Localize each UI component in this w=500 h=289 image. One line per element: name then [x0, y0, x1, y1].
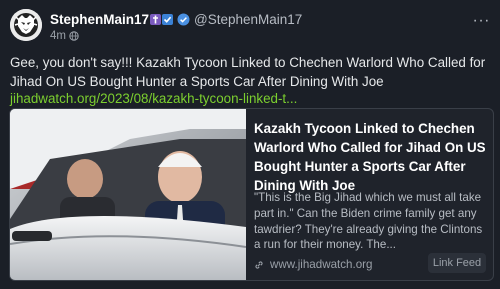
- card-title[interactable]: Kazakh Tycoon Linked to Chechen Warlord …: [254, 119, 486, 195]
- card-domain[interactable]: www.jihadwatch.org: [270, 258, 372, 271]
- post-timestamp: 4m: [50, 30, 79, 42]
- avatar[interactable]: [10, 9, 42, 41]
- author-handle[interactable]: @StephenMain17: [194, 12, 302, 27]
- check-badge-icon: [162, 14, 174, 25]
- link-feed-button[interactable]: Link Feed: [428, 253, 486, 273]
- link-preview-card[interactable]: Kazakh Tycoon Linked to Chechen Warlord …: [9, 108, 494, 281]
- post-link[interactable]: jihadwatch.org/2023/08/kazakh-tycoon-lin…: [10, 91, 297, 106]
- author-header: StephenMain17 @StephenMain17: [50, 12, 302, 27]
- card-domain-row: www.jihadwatch.org: [254, 258, 372, 271]
- lion-logo-icon: [10, 9, 42, 41]
- post-text: Gee, you don't say!!! Kazakh Tycoon Link…: [10, 55, 486, 89]
- verified-badge-icon: [177, 13, 190, 26]
- card-description: "This is the Big Jihad which we must all…: [254, 191, 483, 252]
- post-time[interactable]: 4m: [50, 30, 66, 42]
- link-icon: [254, 260, 264, 270]
- cross-badge-icon: [150, 14, 162, 25]
- author-display-name[interactable]: StephenMain17: [50, 12, 149, 27]
- preview-image[interactable]: [10, 109, 246, 280]
- more-options-button[interactable]: ···: [473, 12, 490, 30]
- post: StephenMain17 @StephenMain17 4m ··· Gee,…: [0, 0, 500, 289]
- globe-icon: [69, 31, 79, 41]
- car-photo-icon: [10, 109, 246, 280]
